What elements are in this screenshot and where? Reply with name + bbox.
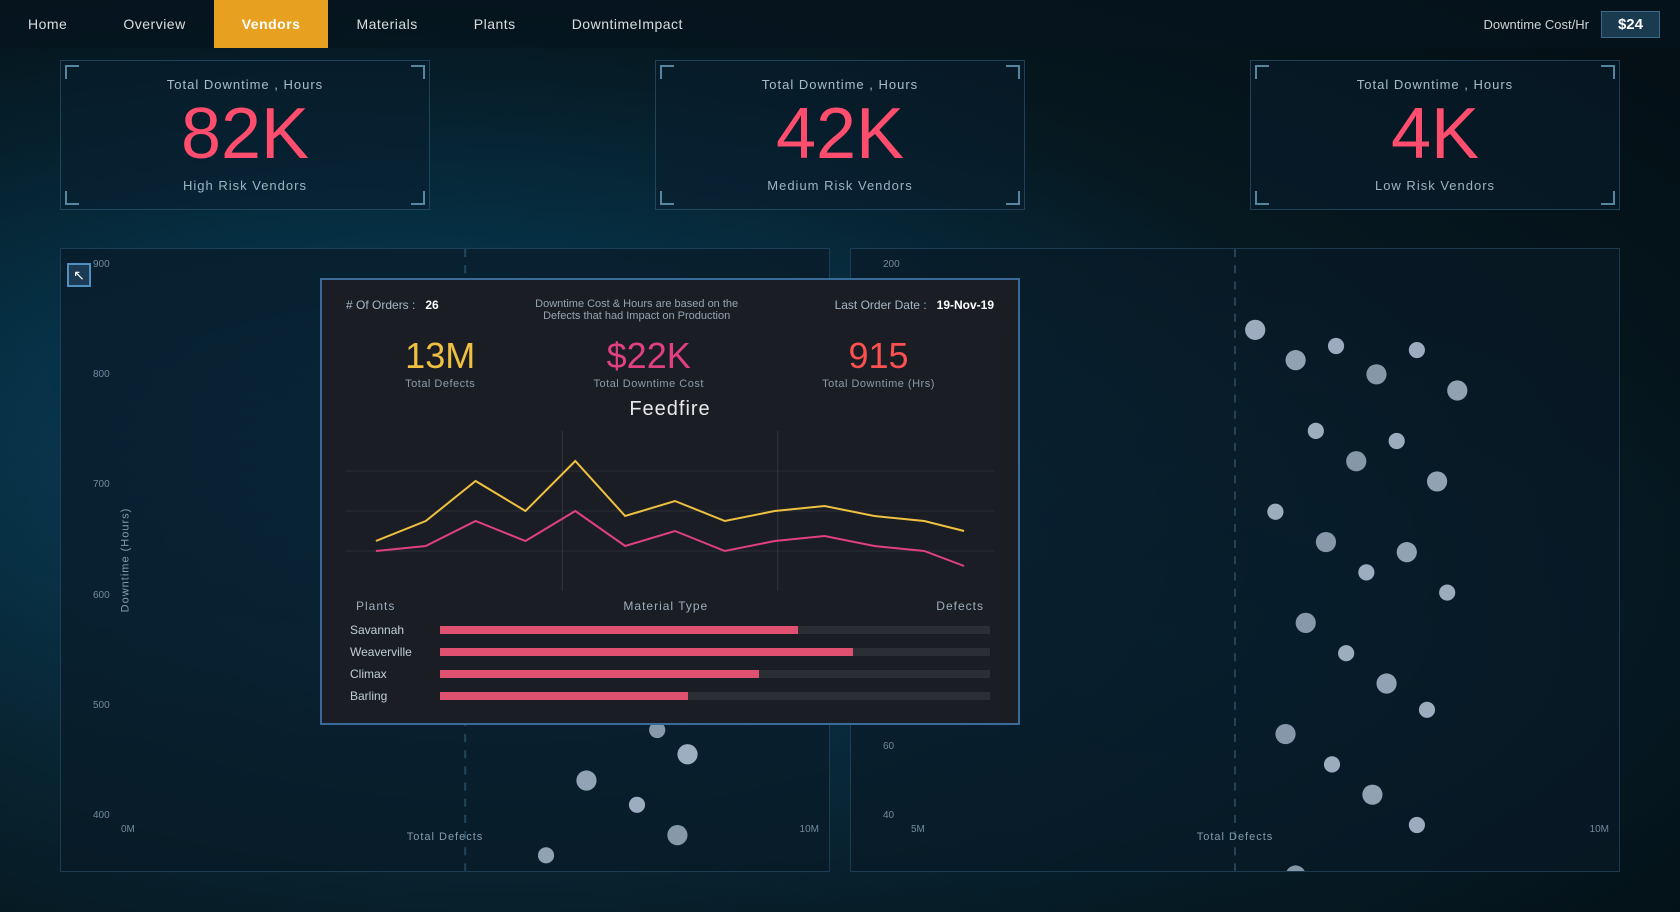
- legend-climax-bar: [440, 670, 990, 678]
- detail-orders: # Of Orders : 26: [346, 298, 439, 312]
- line-chart-svg: [346, 431, 994, 591]
- kpi-label-2: Medium Risk Vendors: [676, 178, 1004, 193]
- kpi-title-1: Total Downtime , Hours: [81, 77, 409, 92]
- kpi-label-3: Low Risk Vendors: [1271, 178, 1599, 193]
- detail-panel: # Of Orders : 26 Downtime Cost & Hours a…: [320, 278, 1020, 725]
- detail-kpi-cost-label: Total Downtime Cost: [594, 378, 704, 390]
- detail-legend: Savannah Weaverville Climax Barling: [346, 623, 994, 703]
- legend-savannah-label: Savannah: [350, 623, 430, 637]
- detail-line-chart: [346, 431, 994, 591]
- navbar: Home Overview Vendors Materials Plants D…: [0, 0, 1680, 48]
- legend-savannah-fill: [440, 626, 798, 634]
- legend-climax-label: Climax: [350, 667, 430, 681]
- nav-vendors[interactable]: Vendors: [214, 0, 329, 48]
- downtime-cost-value: $24: [1601, 11, 1660, 38]
- detail-last-order-label: Last Order Date :: [835, 298, 927, 312]
- downtime-cost-label: Downtime Cost/Hr: [1484, 17, 1589, 32]
- legend-climax-fill: [440, 670, 759, 678]
- kpi-value-2: 42K: [676, 98, 1004, 170]
- detail-kpi-hours-label: Total Downtime (Hrs): [822, 378, 935, 390]
- detail-orders-label: # Of Orders :: [346, 298, 415, 312]
- kpi-value-3: 4K: [1271, 98, 1599, 170]
- axis-label-defects: Defects: [936, 599, 984, 613]
- detail-kpi-cost-value: $22K: [594, 336, 704, 376]
- kpi-label-1: High Risk Vendors: [81, 178, 409, 193]
- kpi-value-1: 82K: [81, 98, 409, 170]
- nav-overview[interactable]: Overview: [95, 0, 213, 48]
- detail-panel-header: # Of Orders : 26 Downtime Cost & Hours a…: [346, 298, 994, 322]
- detail-note: Downtime Cost & Hours are based on the D…: [527, 298, 747, 322]
- detail-kpi-defects-value: 13M: [405, 336, 475, 376]
- kpi-title-2: Total Downtime , Hours: [676, 77, 1004, 92]
- nav-home[interactable]: Home: [0, 0, 95, 48]
- detail-last-order-value: 19-Nov-19: [937, 298, 994, 312]
- detail-kpi-cost: $22K Total Downtime Cost: [594, 336, 704, 390]
- legend-barling-bar: [440, 692, 990, 700]
- detail-kpi-defects-label: Total Defects: [405, 378, 475, 390]
- nav-downtime-impact[interactable]: DowntimeImpact: [544, 0, 711, 48]
- kpi-card-high-risk: Total Downtime , Hours 82K High Risk Ven…: [60, 60, 430, 210]
- downtime-cost-section: Downtime Cost/Hr $24: [1484, 11, 1680, 38]
- legend-weaverville: Weaverville: [350, 645, 990, 659]
- legend-barling: Barling: [350, 689, 990, 703]
- axis-label-plants: Plants: [356, 599, 395, 613]
- detail-kpis: 13M Total Defects $22K Total Downtime Co…: [346, 336, 994, 390]
- legend-weaverville-label: Weaverville: [350, 645, 430, 659]
- nav-plants[interactable]: Plants: [446, 0, 544, 48]
- legend-savannah-bar: [440, 626, 990, 634]
- legend-savannah: Savannah: [350, 623, 990, 637]
- legend-climax: Climax: [350, 667, 990, 681]
- legend-weaverville-bar: [440, 648, 990, 656]
- kpi-card-low-risk: Total Downtime , Hours 4K Low Risk Vendo…: [1250, 60, 1620, 210]
- nav-materials[interactable]: Materials: [328, 0, 445, 48]
- kpi-row: Total Downtime , Hours 82K High Risk Ven…: [60, 60, 1620, 210]
- legend-barling-label: Barling: [350, 689, 430, 703]
- legend-barling-fill: [440, 692, 688, 700]
- cursor-indicator: ↖: [67, 263, 91, 287]
- kpi-title-3: Total Downtime , Hours: [1271, 77, 1599, 92]
- axis-label-material-type: Material Type: [623, 599, 708, 613]
- detail-axis-labels: Plants Material Type Defects: [346, 599, 994, 613]
- detail-orders-value: 26: [425, 298, 438, 312]
- legend-weaverville-fill: [440, 648, 853, 656]
- detail-kpi-defects: 13M Total Defects: [405, 336, 475, 390]
- kpi-card-medium-risk: Total Downtime , Hours 42K Medium Risk V…: [655, 60, 1025, 210]
- detail-last-order: Last Order Date : 19-Nov-19: [835, 298, 994, 312]
- detail-kpi-hours-value: 915: [822, 336, 935, 376]
- detail-kpi-hours: 915 Total Downtime (Hrs): [822, 336, 935, 390]
- detail-vendor-name: Feedfire: [346, 398, 994, 421]
